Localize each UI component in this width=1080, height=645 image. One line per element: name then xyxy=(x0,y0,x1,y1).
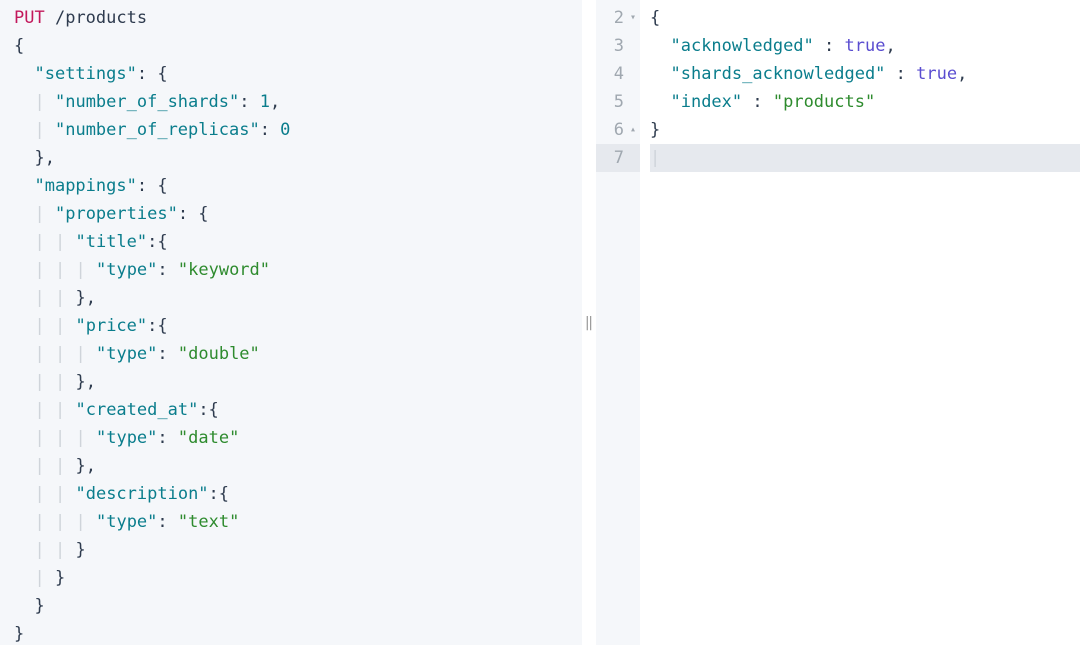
code-line[interactable]: | | | "type": "keyword" xyxy=(14,256,582,284)
code-line[interactable]: } xyxy=(14,620,582,645)
code-line[interactable]: | xyxy=(650,144,1080,172)
code-line[interactable]: | | "description":{ xyxy=(14,480,582,508)
code-line[interactable]: | "number_of_shards": 1, xyxy=(14,88,582,116)
code-line[interactable]: | | }, xyxy=(14,284,582,312)
line-gutter: 2▾ 3 4 5 6▴ 7 xyxy=(596,0,640,645)
code-line[interactable]: | "properties": { xyxy=(14,200,582,228)
code-line[interactable]: }, xyxy=(14,144,582,172)
code-line[interactable]: | "number_of_replicas": 0 xyxy=(14,116,582,144)
response-viewer[interactable]: 2▾ 3 4 5 6▴ 7 { "acknowledged" : true, "… xyxy=(596,0,1080,645)
code-line[interactable]: | | "title":{ xyxy=(14,228,582,256)
gutter-line[interactable]: 2▾ xyxy=(596,4,640,32)
code-line[interactable]: "settings": { xyxy=(14,60,582,88)
http-method: PUT xyxy=(14,8,45,28)
code-line[interactable]: { xyxy=(650,4,1080,32)
drag-handle-icon: ‖ xyxy=(585,315,593,331)
gutter-line[interactable]: 5 xyxy=(596,88,640,116)
response-code[interactable]: { "acknowledged" : true, "shards_acknowl… xyxy=(640,0,1080,645)
fold-close-icon[interactable]: ▴ xyxy=(626,116,636,144)
code-line[interactable]: | | | "type": "text" xyxy=(14,508,582,536)
code-line[interactable]: "mappings": { xyxy=(14,172,582,200)
code-line[interactable]: | | } xyxy=(14,536,582,564)
code-line[interactable]: | | | "type": "date" xyxy=(14,424,582,452)
code-line[interactable]: { xyxy=(14,32,582,60)
code-line[interactable]: "shards_acknowledged" : true, xyxy=(650,60,1080,88)
code-line[interactable]: | | | "type": "double" xyxy=(14,340,582,368)
gutter-line[interactable]: 6▴ xyxy=(596,116,640,144)
request-editor[interactable]: PUT /products { "settings": { | "number_… xyxy=(0,0,582,645)
code-line[interactable]: PUT /products xyxy=(14,4,582,32)
gutter-line[interactable]: 7 xyxy=(596,144,640,172)
code-line[interactable]: | | "created_at":{ xyxy=(14,396,582,424)
fold-open-icon[interactable]: ▾ xyxy=(626,4,636,32)
pane-splitter[interactable]: ‖ xyxy=(582,0,596,645)
code-line[interactable]: } xyxy=(14,592,582,620)
code-line[interactable]: | } xyxy=(14,564,582,592)
gutter-line[interactable]: 3 xyxy=(596,32,640,60)
http-path: /products xyxy=(55,8,147,28)
code-line[interactable]: "index" : "products" xyxy=(650,88,1080,116)
code-line[interactable]: | | }, xyxy=(14,368,582,396)
code-line[interactable]: | | "price":{ xyxy=(14,312,582,340)
code-line[interactable]: } xyxy=(650,116,1080,144)
code-line[interactable]: | | }, xyxy=(14,452,582,480)
code-line[interactable]: "acknowledged" : true, xyxy=(650,32,1080,60)
gutter-line[interactable]: 4 xyxy=(596,60,640,88)
